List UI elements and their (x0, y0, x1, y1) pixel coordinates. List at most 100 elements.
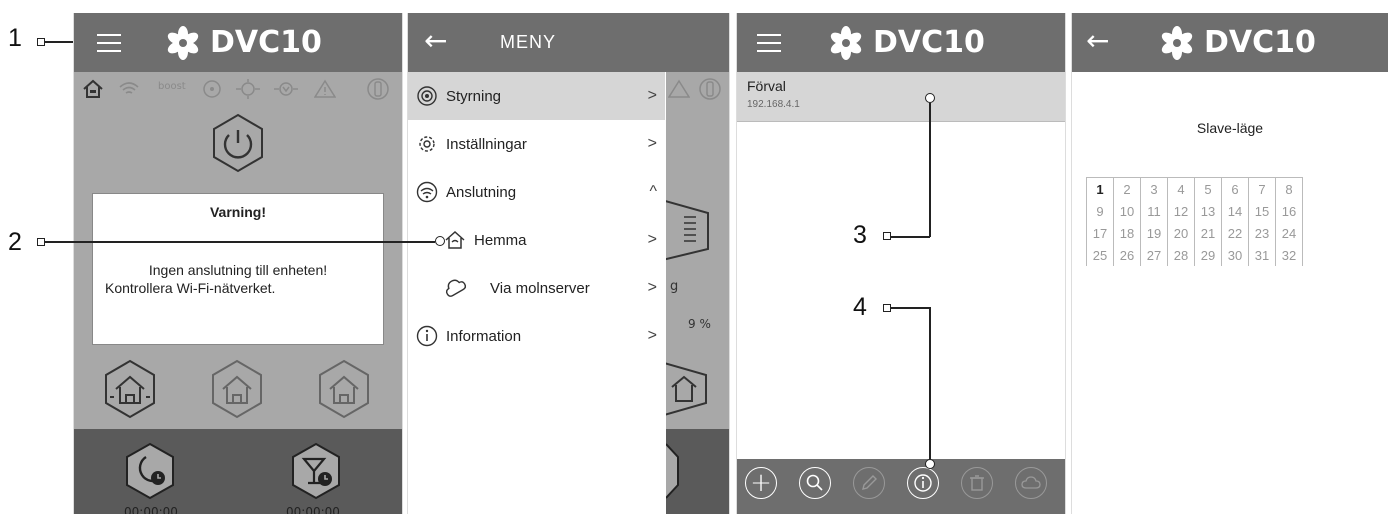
slave-address-cell[interactable]: 5 (1194, 177, 1222, 200)
slave-address-cell[interactable]: 13 (1194, 200, 1222, 222)
warning-message-line2: Kontrollera Wi-Fi-nätverket. (105, 280, 276, 296)
fan-icon (203, 80, 221, 98)
slave-address-cell[interactable]: 23 (1248, 222, 1276, 244)
slave-address-cell[interactable]: 18 (1113, 222, 1141, 244)
menu-label: Styrning (446, 87, 502, 105)
menu-label: Via molnserver (490, 279, 590, 297)
cloud-icon[interactable] (1015, 467, 1047, 499)
chevron-right-icon: > (647, 279, 657, 296)
back-arrow-icon[interactable]: ← (1086, 27, 1109, 55)
slave-address-cell[interactable]: 8 (1275, 177, 1303, 200)
home-icon (83, 79, 103, 98)
boost-label: boost (158, 81, 186, 92)
callout-number-4: 4 (853, 293, 867, 321)
callout-dot-3 (925, 93, 935, 103)
slave-address-cell[interactable]: 19 (1140, 222, 1168, 244)
power-button-icon[interactable] (206, 111, 270, 175)
screen-main-warning: DVC10 boost Varning! Ingen anslutning ti… (73, 13, 403, 514)
bg-mode-icon (664, 362, 707, 416)
device-ip: 192.168.4.1 (747, 99, 800, 110)
slave-address-cell[interactable]: 20 (1167, 222, 1195, 244)
slave-address-cell[interactable]: 3 (1140, 177, 1168, 200)
slave-address-cell[interactable]: 14 (1221, 200, 1249, 222)
callout-line-4-horizontal (890, 307, 930, 309)
slave-address-cell[interactable]: 10 (1113, 200, 1141, 222)
menu-item-information[interactable]: Information > (408, 312, 665, 360)
cloud-icon (445, 279, 467, 297)
fan-logo-icon (830, 25, 862, 60)
slave-address-cell[interactable]: 26 (1113, 244, 1141, 266)
app-logo: DVC10 (1160, 25, 1316, 60)
app-logo: DVC10 (829, 25, 985, 60)
mode-supply-button[interactable] (205, 357, 269, 421)
search-icon[interactable] (799, 467, 831, 499)
callout-line-3-horizontal (890, 236, 930, 238)
settings-icon (419, 136, 435, 152)
hamburger-menu-icon[interactable] (757, 34, 781, 52)
menu-item-installningar[interactable]: Inställningar > (408, 120, 665, 168)
slave-address-cell[interactable]: 15 (1248, 200, 1276, 222)
slave-address-cell[interactable]: 1 (1086, 177, 1114, 200)
fan-logo-icon (1161, 25, 1193, 60)
wifi-icon (119, 82, 139, 94)
screen-menu: g 9 % ← MENY Styrning > Inställningar > … (407, 13, 730, 514)
hamburger-menu-icon[interactable] (97, 34, 121, 52)
slave-address-cell[interactable]: 30 (1221, 244, 1249, 266)
slave-address-cell[interactable]: 12 (1167, 200, 1195, 222)
info-icon[interactable] (907, 467, 939, 499)
menu-subitem-via-molnserver[interactable]: Via molnserver > (408, 264, 665, 312)
menu-header: ← MENY (408, 13, 666, 72)
app-header: ← DVC10 (1072, 13, 1388, 72)
menu-title: MENY (500, 32, 557, 52)
app-logo: DVC10 (166, 25, 322, 60)
bg-night-icon (666, 443, 679, 499)
edit-icon[interactable] (853, 467, 885, 499)
slave-address-cell[interactable]: 31 (1248, 244, 1276, 266)
app-header: DVC10 (74, 13, 402, 72)
slave-address-cell[interactable]: 22 (1221, 222, 1249, 244)
callout-number-3: 3 (853, 221, 867, 249)
slave-address-cell[interactable]: 4 (1167, 177, 1195, 200)
slave-address-cell[interactable]: 6 (1221, 177, 1249, 200)
slave-address-cell[interactable]: 29 (1194, 244, 1222, 266)
slave-address-cell[interactable]: 7 (1248, 177, 1276, 200)
device-list-item[interactable]: Förval 192.168.4.1 (737, 72, 1065, 122)
slave-address-cell[interactable]: 17 (1086, 222, 1114, 244)
bg-text-fragment: g (670, 279, 679, 294)
control-icon (417, 86, 437, 106)
slave-address-cell[interactable]: 9 (1086, 200, 1114, 222)
slave-address-cell[interactable]: 28 (1167, 244, 1195, 266)
callout-line-4-vertical (929, 307, 931, 459)
bg-fan-level-icon (658, 198, 709, 262)
callout-dot-2 (435, 236, 445, 246)
menu-item-anslutning[interactable]: Anslutning ^ (408, 168, 665, 216)
cool-icon (274, 82, 298, 96)
slave-mode-title: Slave-läge (1196, 120, 1264, 136)
menu-subitem-hemma[interactable]: Hemma > (408, 216, 665, 264)
callout-line-2 (45, 241, 435, 243)
screen-device-list: DVC10 Förval 192.168.4.1 + (736, 13, 1066, 514)
slave-address-cell[interactable]: 11 (1140, 200, 1168, 222)
night-mode-button[interactable] (120, 441, 180, 501)
screen-slave-mode: ← DVC10 Slave-läge 1 2 3 4 5 6 7 8 9 10 11 12 13 14 15… (1071, 13, 1388, 514)
callout-line-3-vertical (929, 103, 931, 237)
mode-extract-button[interactable] (312, 357, 376, 421)
grid-row: 17 18 19 20 21 22 23 24 (1086, 222, 1303, 244)
mode-ventilation-button[interactable] (98, 357, 162, 421)
bg-warning-icon (668, 79, 690, 98)
slave-address-cell[interactable]: 24 (1275, 222, 1303, 244)
slave-address-cell[interactable]: 21 (1194, 222, 1222, 244)
delete-icon[interactable] (961, 467, 993, 499)
grid-row: 12345678 (1086, 177, 1303, 200)
bg-percent: 9 % (688, 317, 711, 331)
menu-label: Inställningar (446, 135, 527, 153)
slave-address-cell[interactable]: 27 (1140, 244, 1168, 266)
slave-address-cell[interactable]: 25 (1086, 244, 1114, 266)
party-mode-button[interactable] (286, 441, 346, 501)
add-icon[interactable]: + (745, 467, 777, 499)
slave-address-cell[interactable]: 16 (1275, 200, 1303, 222)
slave-address-cell[interactable]: 32 (1275, 244, 1303, 266)
back-arrow-icon[interactable]: ← (424, 27, 447, 55)
menu-item-styrning[interactable]: Styrning > (408, 72, 665, 120)
slave-address-cell[interactable]: 2 (1113, 177, 1141, 200)
